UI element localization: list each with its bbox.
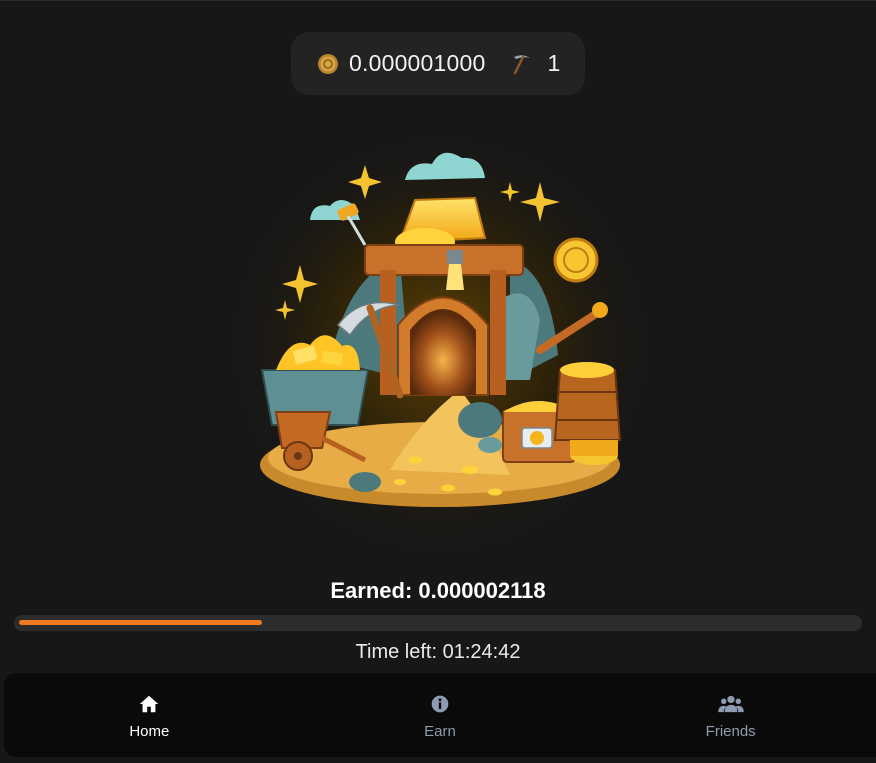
home-icon	[138, 693, 160, 715]
nav-label-home: Home	[129, 723, 170, 740]
earned-amount: Earned: 0.000002118	[330, 578, 546, 603]
nav-item-earn[interactable]: Earn	[295, 673, 586, 757]
nav-item-home[interactable]: Home	[4, 673, 295, 757]
mining-progress-bar	[14, 615, 862, 631]
pickaxe-icon	[510, 52, 534, 76]
gold-mine-illustration[interactable]	[210, 120, 670, 565]
bottom-nav: Home Earn Friends	[4, 673, 876, 757]
users-icon	[717, 693, 744, 715]
info-icon	[430, 693, 450, 715]
top-divider	[0, 0, 876, 1]
nav-label-friends: Friends	[705, 723, 756, 740]
pickaxe-count: 1	[547, 50, 561, 76]
time-left: Time left: 01:24:42	[355, 641, 521, 663]
balance-value: 0.000001000	[349, 50, 486, 76]
balance-pill: 0.000001000 1	[291, 32, 585, 95]
nav-item-friends[interactable]: Friends	[585, 673, 876, 757]
mining-progress-fill	[19, 620, 262, 625]
gold-coin-icon	[317, 53, 339, 75]
nav-label-earn: Earn	[424, 723, 456, 740]
